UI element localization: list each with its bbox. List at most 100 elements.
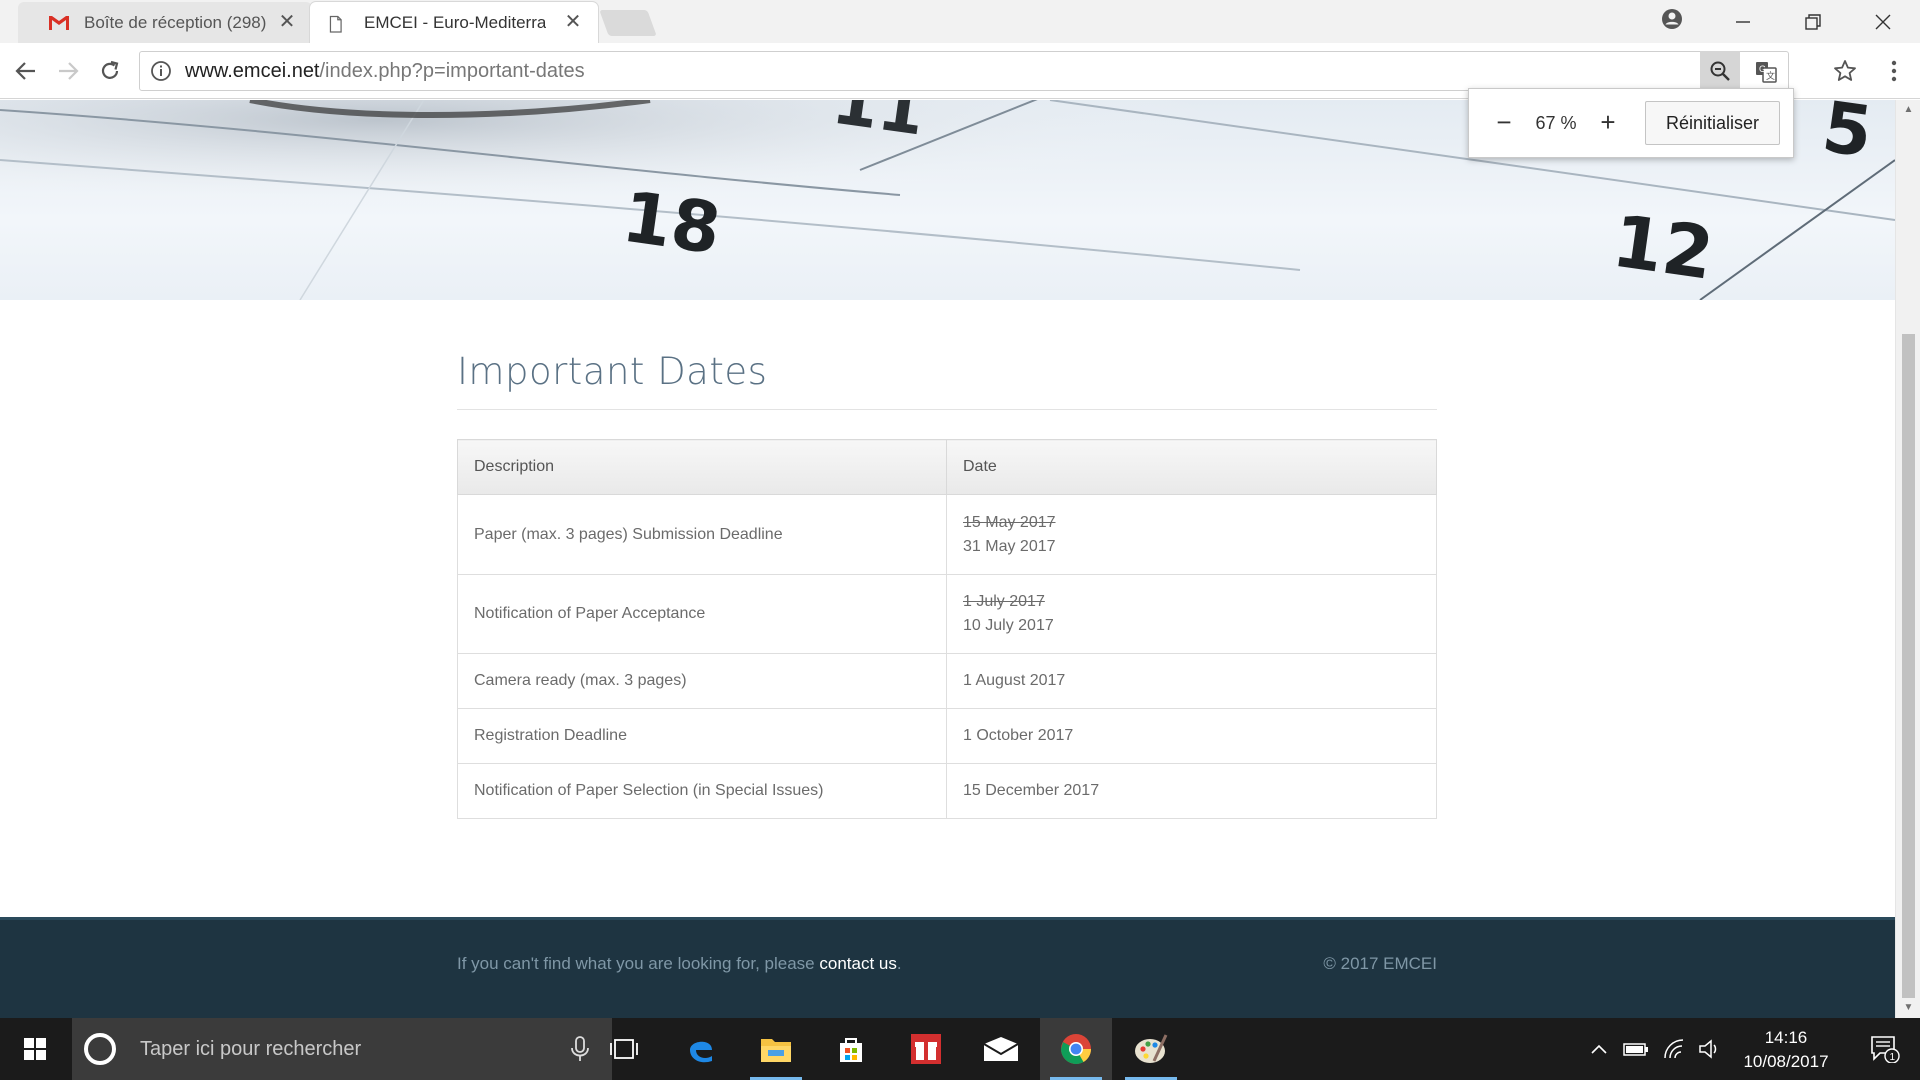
info-icon[interactable]	[149, 59, 173, 83]
site-footer: If you can't find what you are looking f…	[0, 917, 1895, 1018]
table-header-row: Description Date	[457, 439, 1437, 495]
profile-icon[interactable]	[1660, 7, 1684, 31]
svg-text:G: G	[1759, 64, 1766, 74]
scrollbar-thumb[interactable]	[1902, 334, 1915, 998]
restore-icon	[1805, 13, 1821, 30]
zoom-reset-button[interactable]: Réinitialiser	[1645, 101, 1781, 145]
zoom-out-icon	[1710, 61, 1730, 81]
restore-button[interactable]	[1782, 0, 1844, 43]
network-status[interactable]	[1658, 1018, 1690, 1080]
battery-status[interactable]	[1620, 1018, 1652, 1080]
mail-icon	[983, 1037, 1019, 1061]
zoom-plus-button[interactable]: +	[1593, 108, 1623, 138]
reload-button[interactable]	[94, 55, 126, 87]
taskbar-paint[interactable]	[1115, 1018, 1187, 1080]
minimize-button[interactable]	[1712, 0, 1774, 43]
kebab-menu-icon	[1891, 60, 1897, 82]
column-header-description: Description	[457, 439, 947, 495]
zoom-level: 67 %	[1535, 112, 1577, 133]
struck-old-date: 15 May 2017	[963, 513, 1056, 531]
speaker-icon	[1699, 1039, 1717, 1059]
notification-icon: 1	[1871, 1036, 1900, 1063]
url-text: www.emcei.net/index.php?p=important-date…	[185, 60, 585, 83]
tab-emcei[interactable]: EMCEI - Euro-Mediterran ✕	[310, 2, 598, 43]
zoom-indicator-button[interactable]	[1700, 51, 1740, 91]
row-description: Camera ready (max. 3 pages)	[457, 653, 947, 709]
search-placeholder: Taper ici pour rechercher	[140, 1037, 362, 1060]
close-tab-icon[interactable]: ✕	[562, 10, 584, 34]
row-date: 1 October 2017	[946, 708, 1437, 764]
volume-control[interactable]	[1694, 1018, 1726, 1080]
show-hidden-icons-button[interactable]	[1585, 1018, 1613, 1080]
hero-number: 18	[618, 176, 726, 271]
page-title: Important Dates	[457, 350, 1437, 410]
task-view-button[interactable]	[588, 1018, 660, 1080]
action-center-button[interactable]: 1	[1850, 1018, 1920, 1080]
tab-title: EMCEI - Euro-Mediterran	[364, 12, 546, 32]
page-icon	[329, 15, 342, 33]
page-viewport: 18 11 12 5 Important Dates Description D…	[0, 100, 1895, 1018]
table-row: Notification of Paper Selection (in Spec…	[457, 763, 1437, 819]
reload-icon	[101, 60, 119, 79]
taskbar-search[interactable]: Taper ici pour rechercher	[72, 1018, 612, 1080]
footer-text-suffix: .	[896, 954, 902, 973]
windows-taskbar: Taper ici pour rechercher 14:16 10/08/20…	[0, 1018, 1920, 1080]
taskbar-clock[interactable]: 14:16 10/08/2017	[1740, 1026, 1832, 1074]
table-row: Registration Deadline 1 October 2017	[457, 708, 1437, 764]
main-content: Important Dates Description Date Paper (…	[457, 350, 1437, 819]
row-date-cell: 1 July 2017 10 July 2017	[946, 574, 1437, 654]
cortana-icon	[84, 1033, 116, 1065]
zoom-minus-button[interactable]: −	[1489, 108, 1519, 138]
row-description: Notification of Paper Acceptance	[457, 574, 947, 654]
start-button[interactable]	[0, 1018, 70, 1080]
gift-app-icon	[911, 1034, 941, 1064]
tab-title: Boîte de réception (298)	[84, 12, 267, 32]
forward-button[interactable]	[52, 55, 84, 87]
svg-text:文: 文	[1766, 70, 1775, 81]
close-icon	[1875, 14, 1891, 29]
taskbar-edge[interactable]	[665, 1018, 737, 1080]
row-description: Notification of Paper Selection (in Spec…	[457, 763, 947, 819]
url-path: /index.php?p=important-dates	[319, 59, 585, 82]
table-row: Camera ready (max. 3 pages) 1 August 201…	[457, 653, 1437, 709]
taskbar-mail[interactable]	[965, 1018, 1037, 1080]
star-icon	[1834, 60, 1856, 81]
row-date: 1 August 2017	[946, 653, 1437, 709]
file-explorer-icon	[761, 1039, 791, 1062]
taskbar-chrome[interactable]	[1040, 1018, 1112, 1080]
tab-gmail[interactable]: Boîte de réception (298) ✕	[18, 2, 312, 43]
chrome-icon	[1061, 1034, 1091, 1065]
taskbar-gift-app[interactable]	[890, 1018, 962, 1080]
scroll-up-arrow-icon[interactable]: ▲	[1896, 100, 1920, 120]
gmail-icon	[49, 16, 69, 30]
page-scrollbar[interactable]: ▲ ▼	[1895, 100, 1920, 1018]
new-tab-button[interactable]	[599, 10, 657, 36]
browser-menu-button[interactable]	[1880, 55, 1908, 87]
task-view-icon	[610, 1039, 638, 1059]
address-bar[interactable]: www.emcei.net/index.php?p=important-date…	[139, 51, 1789, 91]
taskbar-store[interactable]	[815, 1018, 887, 1080]
microphone-icon[interactable]	[570, 1036, 590, 1062]
close-window-button[interactable]	[1852, 0, 1914, 43]
row-date: 31 May 2017	[963, 537, 1056, 555]
copyright-text: © 2017 EMCEI	[1323, 954, 1437, 973]
bookmark-button[interactable]	[1829, 55, 1861, 87]
translate-button[interactable]: G 文	[1752, 58, 1780, 86]
edge-icon	[690, 1041, 712, 1063]
scroll-down-arrow-icon[interactable]: ▼	[1896, 998, 1920, 1018]
struck-old-date: 1 July 2017	[963, 593, 1045, 610]
row-description: Registration Deadline	[457, 708, 947, 764]
zoom-popup: − 67 % + Réinitialiser	[1468, 88, 1794, 158]
table-row: Notification of Paper Acceptance 1 July …	[457, 574, 1437, 654]
taskbar-file-explorer[interactable]	[740, 1018, 812, 1080]
arrow-right-icon	[59, 62, 79, 80]
close-tab-icon[interactable]: ✕	[276, 10, 298, 34]
chevron-up-icon	[1591, 1044, 1607, 1054]
back-button[interactable]	[10, 55, 42, 87]
battery-icon	[1623, 1043, 1648, 1056]
wifi-icon	[1664, 1039, 1684, 1059]
footer-help-text: If you can't find what you are looking f…	[457, 954, 902, 974]
contact-us-link[interactable]: contact us	[819, 954, 897, 973]
arrow-left-icon	[15, 62, 35, 80]
important-dates-table: Description Date Paper (max. 3 pages) Su…	[457, 439, 1437, 819]
